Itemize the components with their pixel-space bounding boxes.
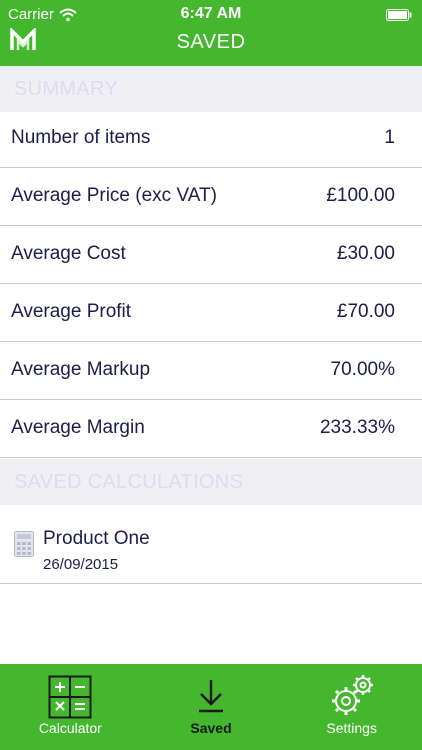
summary-row-average-cost: Average Cost £30.00 <box>0 226 422 284</box>
summary-section-header: SUMMARY <box>0 66 422 112</box>
summary-row-label: Average Margin <box>11 417 145 438</box>
calculator-icon <box>14 531 34 557</box>
saved-section-header: SAVED CALCULATIONS <box>0 459 422 505</box>
saved-item-name: Product One <box>43 528 150 549</box>
summary-row-average-margin: Average Margin 233.33% <box>0 400 422 458</box>
nav-bar: SAVED <box>0 28 422 66</box>
summary-row-label: Average Profit <box>11 301 132 322</box>
tab-label: Calculator <box>38 720 102 736</box>
tab-bar: Calculator Saved Settings <box>0 664 422 750</box>
status-bar: Carrier 6:47 AM <box>0 0 422 28</box>
summary-row-value: £70.00 <box>336 301 395 322</box>
page-title: SAVED <box>176 31 246 53</box>
summary-row-label: Average Cost <box>11 243 126 264</box>
saved-item-date: 26/09/2015 <box>43 556 119 573</box>
summary-row-value: £30.00 <box>336 243 395 264</box>
saved-calculation-item[interactable]: Product One 26/09/2015 <box>0 505 422 584</box>
summary-row-average-profit: Average Profit £70.00 <box>0 284 422 342</box>
tab-settings[interactable]: Settings <box>281 664 422 750</box>
summary-list: Number of items 1 Average Price (exc VAT… <box>0 110 422 458</box>
battery-icon <box>386 9 412 21</box>
status-time: 6:47 AM <box>180 5 242 22</box>
summary-row-value: 70.00% <box>330 359 395 380</box>
gear-icon <box>331 675 373 715</box>
summary-row-average-markup: Average Markup 70.00% <box>0 342 422 400</box>
summary-row-label: Average Markup <box>11 359 151 380</box>
calculator-icon <box>48 675 92 719</box>
tab-label: Saved <box>190 720 232 736</box>
tab-calculator[interactable]: Calculator <box>0 664 141 750</box>
tab-label: Settings <box>326 720 377 736</box>
app-screen: Carrier 6:47 AM SAVED SUMMARY Number of … <box>0 0 422 750</box>
download-icon <box>199 680 223 713</box>
summary-row-label: Number of items <box>11 127 151 148</box>
summary-row-number-of-items: Number of items 1 <box>0 110 422 168</box>
summary-row-value: £100.00 <box>326 185 395 206</box>
summary-row-value: 233.33% <box>319 417 395 438</box>
header: Carrier 6:47 AM SAVED <box>0 0 422 66</box>
summary-row-label: Average Price (exc VAT) <box>11 185 217 206</box>
summary-row-value: 1 <box>384 127 395 148</box>
tab-saved[interactable]: Saved <box>141 664 282 750</box>
summary-row-average-price: Average Price (exc VAT) £100.00 <box>0 168 422 226</box>
